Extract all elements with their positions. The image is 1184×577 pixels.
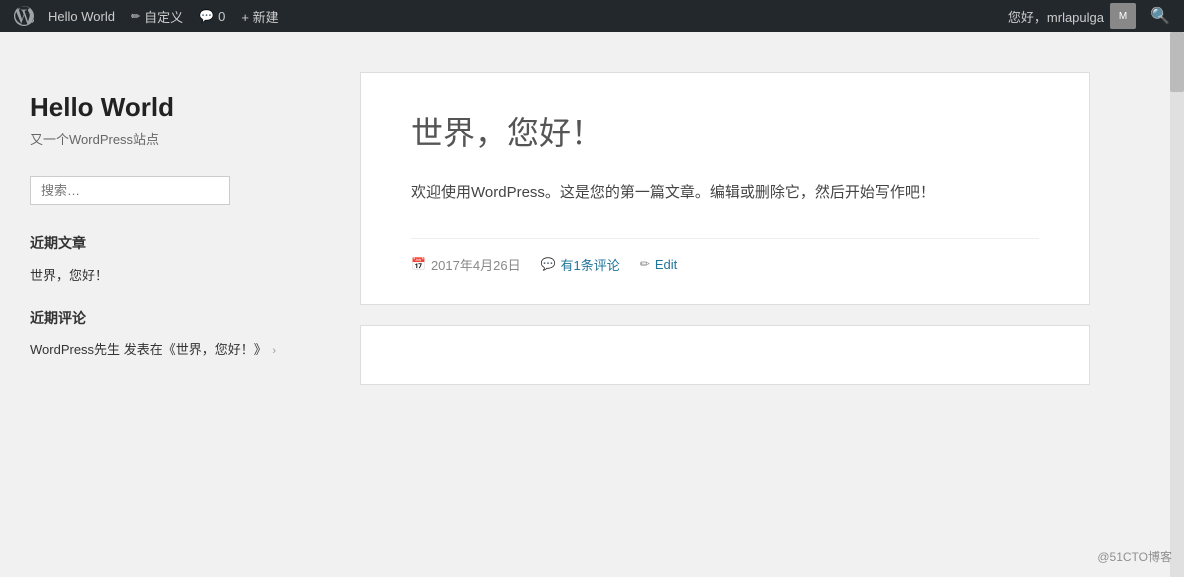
avatar: M [1110,3,1136,29]
recent-post-item: 世界，您好！ [30,265,310,284]
post-date: 2017年4月26日 [431,255,521,274]
comment-author-link[interactable]: WordPress先生 [30,342,120,357]
site-name-label: Hello World [48,9,115,24]
post-comments-item: 💬 有1条评论 [541,255,620,274]
recent-posts-list: 世界，您好！ [30,265,310,284]
main-content: 世界，您好！ 欢迎使用WordPress。这是您的第一篇文章。编辑或删除它，然后… [340,32,1184,577]
avatar-initial: M [1119,11,1127,22]
customize-label: 自定义 [144,7,183,26]
user-greeting[interactable]: 您好，mrlapulga M [1000,0,1144,32]
admin-bar-right: 您好，mrlapulga M 🔍 [1000,0,1176,32]
admin-bar: Hello World ✏ 自定义 💬 0 + 新建 您好，mrlapulga … [0,0,1184,32]
post-date-item: 📅 2017年4月26日 [411,255,521,274]
new-label: + 新建 [241,7,278,26]
scrollbar-thumb[interactable] [1170,32,1184,92]
post-content: 欢迎使用WordPress。这是您的第一篇文章。编辑或删除它，然后开始写作吧！ [411,179,1039,206]
arrow-icon: › [272,345,276,357]
calendar-icon: 📅 [411,257,426,271]
new-bar-item[interactable]: + 新建 [233,0,286,32]
comment-action-text: 发表在《世界，您好！》 [124,342,267,357]
comment-bubble-icon: 💬 [199,9,214,23]
wp-logo-button[interactable] [8,0,40,32]
site-title: Hello World [30,92,310,123]
search-input[interactable] [30,176,230,205]
scrollbar[interactable] [1170,32,1184,577]
comment-icon: 💬 [541,257,556,271]
site-wrapper: Hello World 又一个WordPress站点 近期文章 世界，您好！ 近… [0,32,1184,577]
recent-post-link[interactable]: 世界，您好！ [30,268,108,283]
edit-pencil-icon: ✏ [640,257,650,271]
recent-comments-list: WordPress先生 发表在《世界，您好！》 › [30,340,310,361]
greeting-text: 您好，mrlapulga [1008,7,1104,26]
search-icon: 🔍 [1150,6,1170,26]
post-footer: 📅 2017年4月26日 💬 有1条评论 ✏ Edit [411,238,1039,274]
post-title: 世界，您好！ [411,113,1039,155]
sidebar: Hello World 又一个WordPress站点 近期文章 世界，您好！ 近… [0,32,340,577]
comments-bar-item[interactable]: 💬 0 [191,0,233,32]
recent-comments-title: 近期评论 [30,308,310,328]
post-edit-item: ✏ Edit [640,257,677,272]
post-comments-link[interactable]: 有1条评论 [561,255,620,274]
search-widget [30,176,310,205]
pencil-icon: ✏ [131,10,140,23]
recent-comment-item: WordPress先生 发表在《世界，您好！》 › [30,340,310,361]
post-card-stub [360,325,1090,385]
customize-bar-item[interactable]: ✏ 自定义 [123,0,191,32]
recent-posts-title: 近期文章 [30,233,310,253]
site-tagline: 又一个WordPress站点 [30,129,310,148]
post-card: 世界，您好！ 欢迎使用WordPress。这是您的第一篇文章。编辑或删除它，然后… [360,72,1090,305]
site-name-bar-item[interactable]: Hello World [40,0,123,32]
edit-post-link[interactable]: Edit [655,257,677,272]
comments-count-label: 0 [218,9,225,24]
search-icon-button[interactable]: 🔍 [1144,0,1176,32]
